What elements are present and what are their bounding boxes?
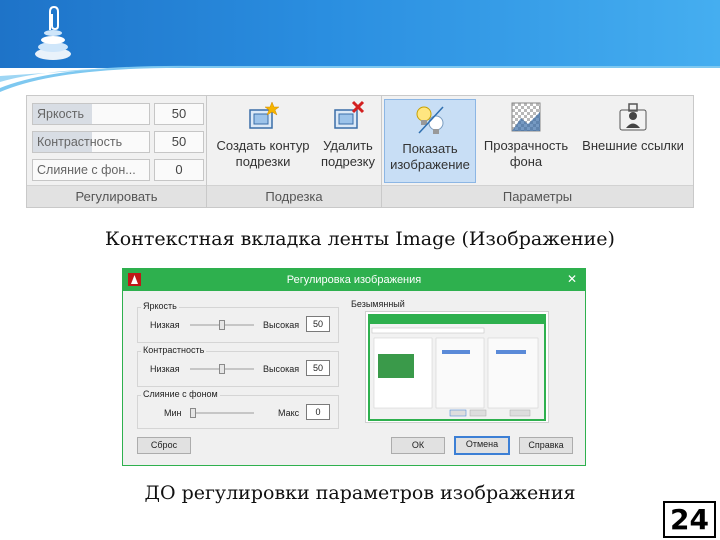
dialog-caption: ДО регулировки параметров изображения <box>144 482 576 504</box>
adjust-panel-title: Регулировать <box>27 185 206 207</box>
fade-row[interactable]: Слияние с фон... 0 <box>32 159 204 181</box>
transparency-icon <box>511 102 541 132</box>
delete-clip-icon <box>334 100 365 129</box>
contrast-group: Контрастность Низкая Высокая 50 <box>137 345 339 387</box>
fade-dialog-slider[interactable] <box>190 408 254 418</box>
show-image-icon <box>416 106 444 134</box>
header-swoosh <box>0 65 720 92</box>
external-references-icon <box>619 103 647 131</box>
fade-slider[interactable]: Слияние с фон... <box>32 159 150 181</box>
dialog-titlebar: Регулировка изображения ✕ <box>123 269 585 291</box>
contrast-value[interactable]: 50 <box>154 131 204 153</box>
delete-clip-button[interactable]: Удалить подрезку <box>317 100 379 170</box>
transparency-button[interactable]: Прозрачность фона <box>479 100 573 170</box>
options-panel-title: Параметры <box>382 185 693 207</box>
contrast-dialog-slider[interactable] <box>190 364 254 374</box>
create-clip-button[interactable]: Создать контур подрезки <box>211 100 315 170</box>
contrast-row[interactable]: Контрастность 50 <box>32 131 204 153</box>
fade-group: Слияние с фоном Мин Макс 0 <box>137 389 339 429</box>
brightness-row[interactable]: Яркость 50 <box>32 103 204 125</box>
clip-panel: Создать контур подрезки Удалить подрезку… <box>207 96 382 207</box>
clip-panel-title: Подрезка <box>207 185 381 207</box>
brightness-input[interactable]: 50 <box>306 316 330 332</box>
brightness-slider[interactable]: Яркость <box>32 103 150 125</box>
ribbon-caption: Контекстная вкладка ленты Image (Изображ… <box>105 228 615 250</box>
adjust-panel: Яркость 50 Контрастность 50 Слияние с фо… <box>27 96 207 207</box>
options-panel: Показать изображение Прозрачность фона В… <box>382 96 693 207</box>
brightness-group: Яркость Низкая Высокая 50 <box>137 301 339 343</box>
brightness-value[interactable]: 50 <box>154 103 204 125</box>
show-image-button[interactable]: Показать изображение <box>384 99 476 183</box>
page-number: 24 <box>663 501 716 538</box>
fade-value[interactable]: 0 <box>154 159 204 181</box>
image-preview <box>365 311 549 423</box>
brightness-dialog-slider[interactable] <box>190 320 254 330</box>
preview-screenshot-image <box>370 316 544 417</box>
external-references-button[interactable]: Внешние ссылки <box>576 100 690 154</box>
ok-button[interactable]: ОК <box>391 437 445 454</box>
cancel-button[interactable]: Отмена <box>454 436 510 455</box>
create-clip-icon <box>249 101 280 129</box>
fade-input[interactable]: 0 <box>306 404 330 420</box>
image-adjust-dialog: Регулировка изображения ✕ Яркость Низкая… <box>122 268 586 466</box>
reset-button[interactable]: Сброс <box>137 437 191 454</box>
contrast-slider[interactable]: Контрастность <box>32 131 150 153</box>
contrast-input[interactable]: 50 <box>306 360 330 376</box>
preview-title: Безымянный <box>351 299 405 309</box>
preview-thumbnail <box>368 314 546 421</box>
help-button[interactable]: Справка <box>519 437 573 454</box>
dialog-title: Регулировка изображения <box>286 274 422 286</box>
image-ribbon-tab: Яркость 50 Контрастность 50 Слияние с фо… <box>26 95 694 208</box>
close-icon[interactable]: ✕ <box>567 272 577 286</box>
